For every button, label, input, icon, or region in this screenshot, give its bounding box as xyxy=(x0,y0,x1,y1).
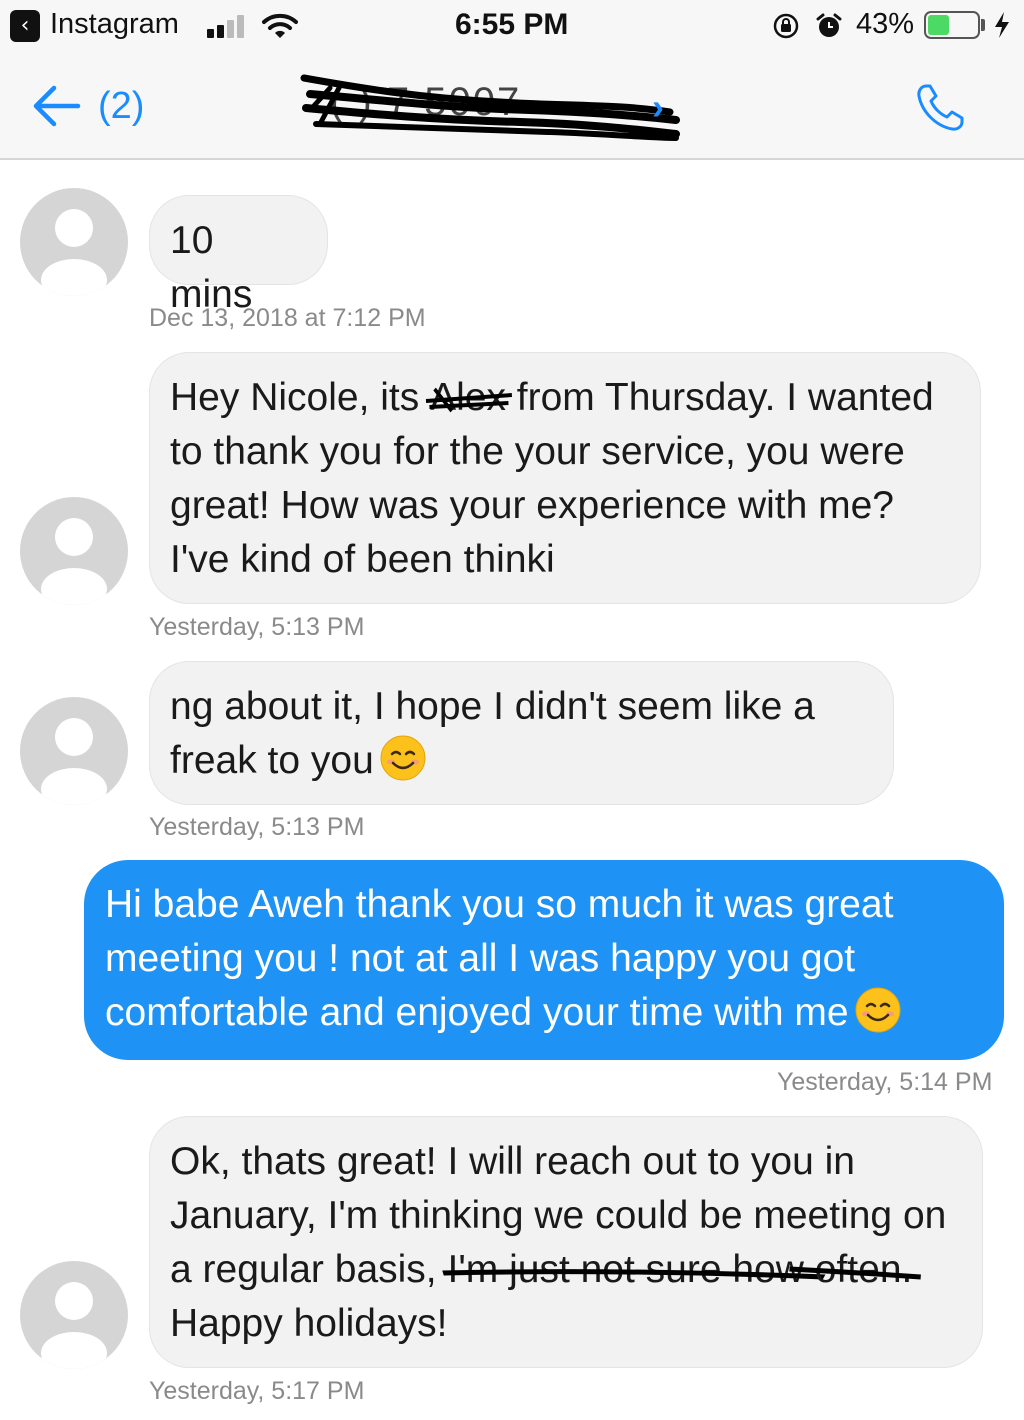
message-timestamp: Yesterday, 5:13 PM xyxy=(149,813,365,841)
cellular-signal-icon xyxy=(207,14,251,38)
charging-bolt-icon xyxy=(995,12,1009,38)
contact-avatar xyxy=(20,188,128,296)
battery-percent: 43% xyxy=(856,8,915,40)
phone-icon[interactable] xyxy=(912,80,968,136)
status-time: 6:55 PM xyxy=(455,8,569,41)
back-button[interactable]: (2) xyxy=(30,80,144,132)
struck-out-text: I'm just not sure how xyxy=(442,1243,826,1297)
contact-avatar xyxy=(20,497,128,605)
strike-scribble xyxy=(442,1269,826,1280)
back-to-app-label[interactable]: Instagram xyxy=(50,8,179,41)
wifi-icon xyxy=(262,13,298,38)
arrow-left-icon xyxy=(33,85,81,127)
message-timestamp: Yesterday, 5:17 PM xyxy=(149,1377,365,1405)
incoming-message-bubble[interactable]: ng about it, I hope I didn't seem like a… xyxy=(149,661,894,805)
person-icon xyxy=(41,1282,107,1369)
person-icon xyxy=(41,718,107,805)
rotation-lock-icon xyxy=(773,13,799,39)
message-text: Happy holidays! xyxy=(170,1302,448,1345)
incoming-message-bubble[interactable]: 10 mins xyxy=(149,195,328,316)
alarm-icon xyxy=(816,13,842,37)
message-timestamp: Dec 13, 2018 at 7:12 PM xyxy=(149,304,426,332)
strike-scribble xyxy=(425,387,513,413)
contact-avatar xyxy=(20,697,128,805)
person-icon xyxy=(41,518,107,605)
message-timestamp: Yesterday, 5:13 PM xyxy=(149,613,365,641)
chevron-right-icon: › xyxy=(652,86,664,127)
incoming-message-bubble[interactable]: Hey Nicole, its Alex from Thursday. I wa… xyxy=(149,352,981,604)
strike-scribble xyxy=(789,1266,921,1280)
struck-out-text: often. xyxy=(789,1243,921,1297)
person-icon xyxy=(41,209,107,296)
message-text: Hi babe Aweh thank you so much it was gr… xyxy=(105,883,894,1034)
redacted-name: Alex xyxy=(425,371,513,425)
battery-level-fill xyxy=(928,15,949,35)
smiling-face-emoji xyxy=(855,987,901,1033)
status-bar: ‹ Instagram 6:55 PM 43% xyxy=(0,0,1024,52)
battery-tip xyxy=(981,19,985,31)
contact-avatar xyxy=(20,1261,128,1369)
contact-title[interactable]: ( ) 7 5007 › xyxy=(300,68,680,148)
smiling-face-emoji xyxy=(380,735,426,781)
chevron-left-icon[interactable]: ‹ xyxy=(10,10,40,42)
outgoing-message-bubble[interactable]: Hi babe Aweh thank you so much it was gr… xyxy=(84,860,1004,1060)
message-text: Hey Nicole, its xyxy=(170,376,431,419)
message-text: 10 mins xyxy=(170,219,253,316)
redaction-scribble xyxy=(300,74,680,141)
incoming-message-bubble[interactable]: Ok, thats great! I will reach out to you… xyxy=(149,1116,983,1368)
conversation-header: (2) ( ) 7 5007 › xyxy=(0,52,1024,160)
message-timestamp: Yesterday, 5:14 PM xyxy=(777,1068,993,1096)
battery-icon xyxy=(924,11,980,39)
unread-count: (2) xyxy=(98,84,145,127)
message-text: ng about it, I hope I didn't seem like a… xyxy=(170,685,815,782)
